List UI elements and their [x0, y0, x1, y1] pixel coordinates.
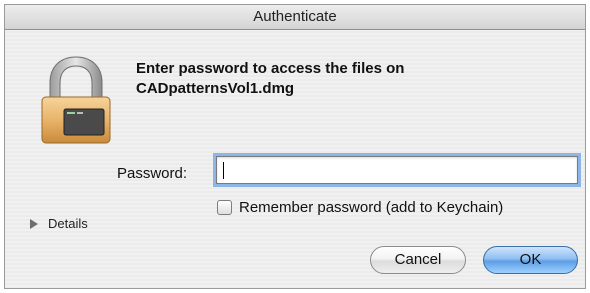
prompt-line-1: Enter password to access the files on [136, 60, 405, 77]
remember-password-checkbox[interactable] [217, 199, 232, 215]
details-disclosure[interactable]: Details [30, 216, 88, 231]
title-bar[interactable]: Authenticate [5, 5, 585, 30]
ok-button[interactable]: OK [483, 246, 578, 274]
cancel-button[interactable]: Cancel [370, 246, 466, 274]
window-title: Authenticate [253, 8, 337, 25]
prompt-message: Enter password to access the files on CA… [136, 59, 536, 99]
password-label: Password: [117, 165, 188, 182]
authenticate-dialog: Authenticate Enter password to access th… [4, 4, 586, 289]
padlock-icon [38, 55, 114, 145]
remember-password-option[interactable]: Remember password (add to Keychain) [217, 197, 503, 217]
disclosure-triangle-icon[interactable] [30, 218, 38, 229]
text-caret [223, 162, 224, 179]
remember-password-label[interactable]: Remember password (add to Keychain) [239, 199, 503, 216]
prompt-line-2: CADpatternsVol1.dmg [136, 80, 295, 97]
password-field[interactable] [216, 156, 578, 184]
details-label[interactable]: Details [48, 216, 88, 231]
